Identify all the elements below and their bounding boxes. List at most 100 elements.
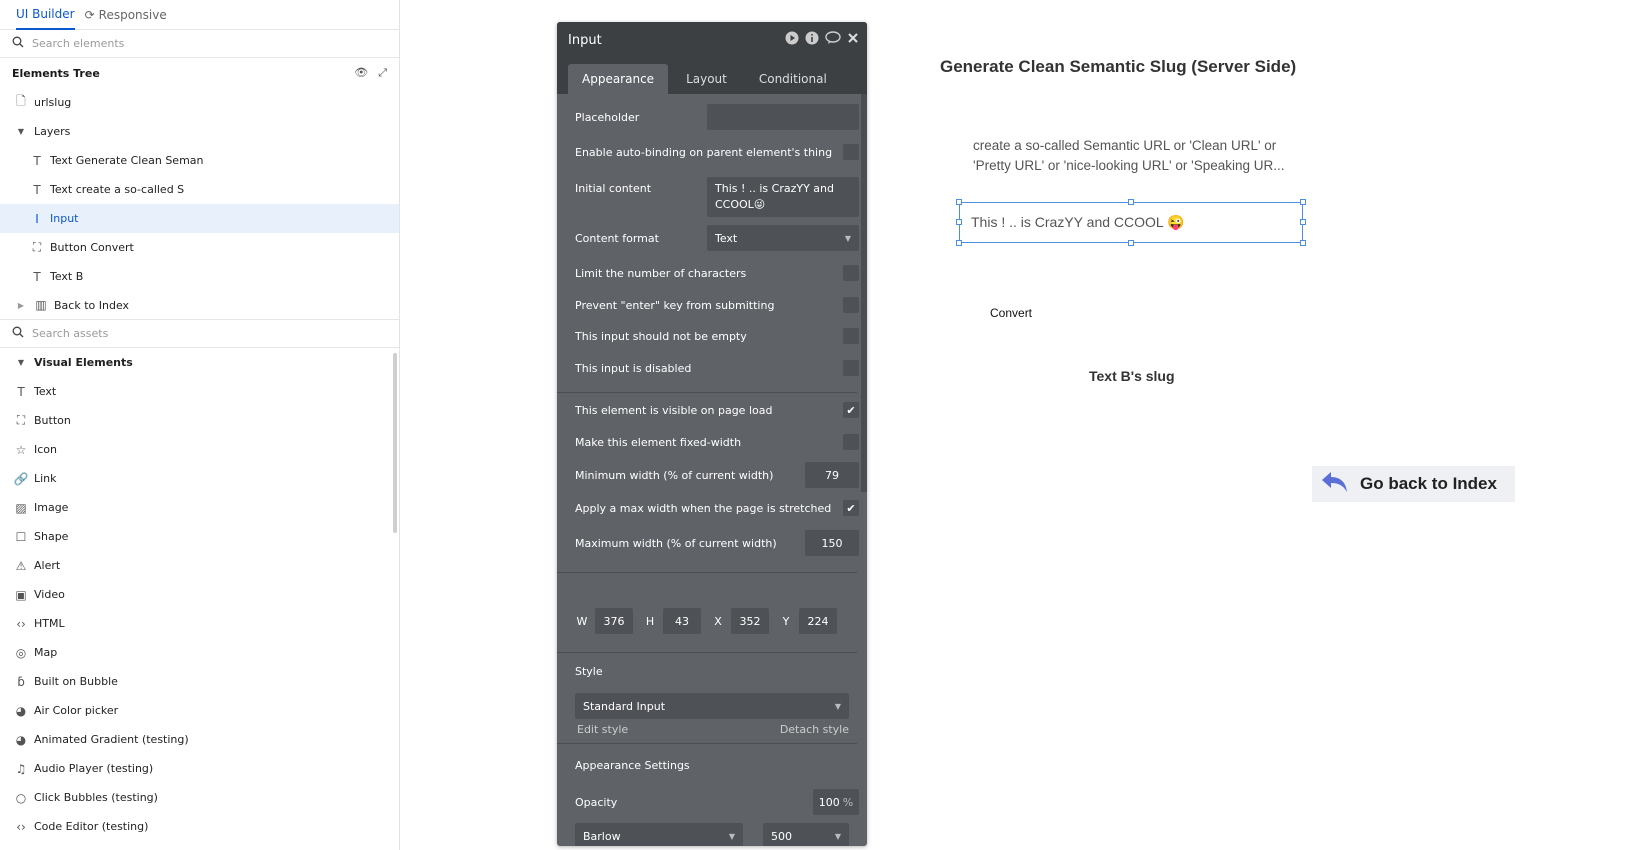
visual-element-item[interactable]: ◕ Air Color picker [0, 696, 399, 725]
search-assets-input[interactable] [32, 327, 332, 340]
close-icon[interactable] [847, 32, 859, 48]
content-format-label: Content format [575, 231, 659, 245]
not-empty-row: This input should not be empty [575, 328, 859, 344]
group-icon: ▥ [35, 298, 47, 312]
fixed-width-checkbox[interactable] [843, 434, 859, 450]
caret-down-icon[interactable]: ▼ [14, 127, 28, 136]
tree-item-text-title[interactable]: T Text Generate Clean Seman [0, 146, 399, 175]
resize-handle[interactable] [1300, 219, 1306, 225]
tab-layout[interactable]: Layout [672, 64, 741, 94]
info-icon[interactable] [805, 31, 819, 49]
visual-element-item[interactable]: ☐ Shape [0, 522, 399, 551]
visual-element-item[interactable]: ♫ Audio Player (testing) [0, 754, 399, 783]
tab-responsive[interactable]: ⟳ Responsive [85, 0, 167, 30]
visual-element-item[interactable]: T Text [0, 377, 399, 406]
canvas-input-element[interactable]: This ! .. is CrazYY and CCOOL 😜 [959, 202, 1303, 243]
style-label: Style [575, 665, 603, 678]
max-width-field[interactable]: 150 [805, 530, 859, 556]
disabled-checkbox[interactable] [843, 360, 859, 376]
w-field[interactable]: 376 [595, 608, 633, 634]
sidebar-tabs: UI Builder ⟳ Responsive [0, 0, 399, 30]
not-empty-checkbox[interactable] [843, 328, 859, 344]
prevent-enter-checkbox[interactable] [843, 297, 859, 313]
font-family-dropdown[interactable]: Barlow ▼ [575, 823, 743, 846]
detach-style-link[interactable]: Detach style [780, 723, 849, 736]
resize-handle[interactable] [1300, 199, 1306, 205]
style-dropdown[interactable]: Standard Input ▼ [575, 693, 849, 719]
min-width-field[interactable]: 79 [805, 462, 859, 488]
elements-tree-title: Elements Tree [12, 66, 100, 80]
limit-chars-checkbox[interactable] [843, 265, 859, 281]
search-icon [12, 326, 24, 341]
eye-icon[interactable]: 👁 [354, 66, 368, 80]
placeholder-field[interactable] [707, 104, 859, 130]
tab-ui-builder[interactable]: UI Builder [16, 0, 75, 30]
visual-element-item[interactable]: ○ Click Bubbles (testing) [0, 783, 399, 812]
canvas-description-text[interactable]: create a so-called Semantic URL or 'Clea… [973, 136, 1303, 176]
tree-item-text-b[interactable]: T Text B [0, 262, 399, 291]
visual-element-item[interactable]: ☆ Icon [0, 435, 399, 464]
opacity-field[interactable]: 100 % [813, 789, 859, 815]
resize-handle[interactable] [1128, 240, 1134, 246]
visual-element-item[interactable]: ▨ Image [0, 493, 399, 522]
tree-item-back-to-index[interactable]: ▶ ▥ Back to Index [0, 291, 399, 320]
visible-row: This element is visible on page load ✔ [575, 402, 859, 418]
left-sidebar: UI Builder ⟳ Responsive Elements Tree 👁 … [0, 0, 400, 850]
property-editor-panel: Input Appearance Layout Conditional Plac… [557, 22, 867, 846]
visual-element-item[interactable]: ‹› HTML [0, 609, 399, 638]
page-icon: 🗋 [16, 94, 26, 108]
limit-chars-row: Limit the number of characters [575, 265, 859, 281]
tree-item-page[interactable]: 🗋 urlslug [0, 88, 399, 117]
panel-header[interactable]: Input [557, 22, 867, 58]
resize-handle[interactable] [956, 240, 962, 246]
x-field[interactable]: 352 [731, 608, 769, 634]
comment-icon[interactable] [825, 31, 841, 49]
resize-handle[interactable] [1128, 199, 1134, 205]
visual-element-item[interactable]: ɓ Built on Bubble [0, 667, 399, 696]
panel-divider [557, 392, 857, 393]
tree-item-button-convert[interactable]: ⛶ Button Convert [0, 233, 399, 262]
visual-element-item[interactable]: ⛶ Button [0, 406, 399, 435]
max-width-apply-checkbox[interactable]: ✔ [843, 500, 859, 516]
resize-handle[interactable] [1300, 240, 1306, 246]
tree-item-input[interactable]: I Input [0, 204, 399, 233]
visual-element-item[interactable]: ◕ Animated Gradient (testing) [0, 725, 399, 754]
go-back-button[interactable]: Go back to Index [1312, 466, 1515, 502]
initial-content-field[interactable]: This ! .. is CrazYY and CCOOL😜 [707, 177, 859, 217]
tab-conditional[interactable]: Conditional [745, 64, 841, 94]
canvas-title-text[interactable]: Generate Clean Semantic Slug (Server Sid… [940, 57, 1296, 77]
content-format-dropdown[interactable]: Text ▼ [707, 225, 859, 251]
visual-element-item[interactable]: ‹› Code Editor (testing) [0, 812, 399, 841]
resize-handle[interactable] [956, 199, 962, 205]
visual-element-item[interactable]: ◎ Map [0, 638, 399, 667]
search-assets-row [0, 320, 399, 348]
edit-style-link[interactable]: Edit style [577, 723, 628, 736]
sidebar-scrollbar[interactable] [393, 353, 397, 533]
text-icon: T [17, 384, 25, 399]
image-icon: ▨ [15, 500, 27, 515]
tab-appearance[interactable]: Appearance [568, 64, 669, 94]
search-elements-input[interactable] [32, 37, 332, 50]
caret-right-icon[interactable]: ▶ [14, 301, 28, 310]
y-field[interactable]: 224 [799, 608, 837, 634]
visual-elements-header[interactable]: ▼ Visual Elements [0, 348, 399, 377]
tree-item-layers[interactable]: ▼ Layers [0, 117, 399, 146]
chevron-down-icon: ▼ [834, 701, 841, 711]
font-weight-dropdown[interactable]: 500 ▼ [763, 823, 849, 846]
autobinding-checkbox[interactable] [843, 144, 859, 160]
canvas-slug-text[interactable]: Text B's slug [1089, 368, 1175, 384]
canvas-convert-button[interactable]: Convert [990, 306, 1032, 320]
panel-scrollbar[interactable] [861, 94, 867, 492]
visible-checkbox[interactable]: ✔ [843, 402, 859, 418]
expand-icon[interactable]: ⤢ [378, 66, 387, 80]
visual-element-item[interactable]: 🔗 Link [0, 464, 399, 493]
visual-element-item[interactable]: ▣ Video [0, 580, 399, 609]
caret-down-icon[interactable]: ▼ [14, 358, 28, 367]
h-field[interactable]: 43 [663, 608, 701, 634]
visual-element-item[interactable]: ⚠ Alert [0, 551, 399, 580]
tree-item-text-desc[interactable]: T Text create a so-called S [0, 175, 399, 204]
checkmark-icon: ✔ [846, 403, 856, 417]
resize-handle[interactable] [956, 219, 962, 225]
opacity-label: Opacity [575, 795, 618, 809]
play-icon[interactable] [785, 31, 799, 49]
